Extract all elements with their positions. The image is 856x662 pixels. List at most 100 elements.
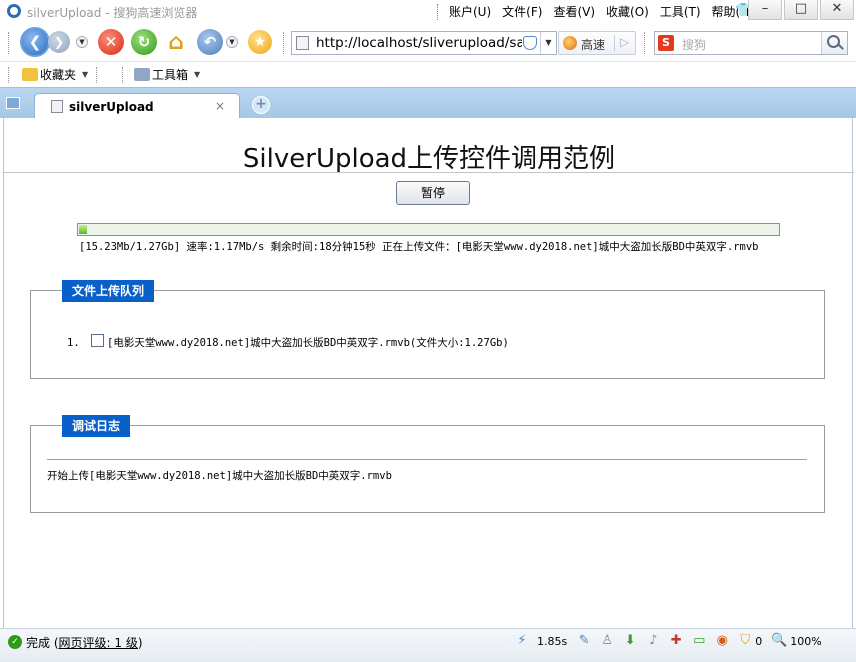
rating-close-paren: )	[137, 636, 143, 650]
page-title: SilverUpload上传控件调用范例	[242, 144, 616, 174]
favbar-grip	[122, 67, 125, 83]
speed-mode-label: 高速	[581, 38, 606, 52]
menu-account[interactable]: 账户(U)	[449, 3, 491, 20]
search-input[interactable]: 搜狗	[682, 36, 706, 53]
navigation-toolbar: ❮ ❯ ▼ ✕ ↻ ⌂ ↶ ▼ ★ http://localhost/slive…	[0, 24, 856, 62]
favorites-menu[interactable]: 收藏夹 ▼	[22, 66, 88, 83]
toolbox-label: 工具箱	[152, 68, 189, 82]
maximize-button[interactable]: □	[784, 0, 818, 20]
forward-button[interactable]: ❯	[48, 31, 70, 53]
debug-log-panel: 调试日志 开始上传[电影天堂www.dy2018.net]城中大盗加长版BD中英…	[30, 415, 825, 513]
tab-label: silverUpload	[69, 100, 154, 114]
ad-block-shield-icon[interactable]: ⛉	[737, 633, 753, 649]
favbar-divider	[96, 67, 99, 83]
favorites-label: 收藏夹	[40, 68, 77, 82]
menu-bar: 账户(U) 文件(F) 查看(V) 收藏(O) 工具(T) 帮助(H)	[449, 3, 765, 20]
home-button[interactable]: ⌂	[163, 29, 189, 55]
person-icon[interactable]: ♙	[599, 633, 615, 649]
log-line: 开始上传[电影天堂www.dy2018.net]城中大盗加长版BD中英双字.rm…	[47, 470, 392, 482]
load-time: 1.85s	[537, 634, 568, 648]
medic-icon[interactable]: ✚	[668, 633, 684, 649]
address-bar[interactable]: http://localhost/sliverupload/sar ▼	[291, 31, 557, 55]
download-icon[interactable]: ⬇	[622, 633, 638, 649]
blocked-count: 0	[755, 634, 763, 648]
zoom-icon[interactable]: 🔍	[771, 633, 787, 649]
toolbar-grip[interactable]	[8, 32, 11, 54]
favorites-bar: 收藏夹 ▼ 工具箱 ▼	[0, 62, 856, 87]
queue-item-index: 1.	[67, 336, 80, 349]
window-controls: – □ ✕	[746, 0, 854, 20]
page-viewport: SilverUpload上传控件调用范例 暂停 [15.23Mb/1.27Gb]…	[3, 118, 854, 628]
upload-queue-legend: 文件上传队列	[62, 280, 155, 302]
debug-log-legend: 调试日志	[62, 415, 131, 437]
favorite-star-button[interactable]: ★	[248, 30, 272, 54]
queue-item: 1. [电影天堂www.dy2018.net]城中大盗加长版BD中英双字.rmv…	[67, 334, 509, 350]
title-bar: silverUpload - 搜狗高速浏览器 账户(U) 文件(F) 查看(V)…	[0, 0, 856, 24]
engine-icon	[563, 36, 577, 50]
tab-silverupload[interactable]: silverUpload ×	[34, 93, 240, 120]
menu-file[interactable]: 文件(F)	[502, 3, 542, 20]
sidebar-toggle-icon[interactable]	[6, 97, 20, 109]
go-button[interactable]: ▷	[614, 35, 634, 51]
edit-icon[interactable]: ✎	[576, 633, 592, 649]
home-icon: ⌂	[168, 29, 184, 55]
chevron-down-icon: ▼	[194, 70, 201, 79]
security-shield-icon[interactable]	[523, 36, 537, 50]
status-tools: ⚡ 1.85s ✎ ♙ ⬇ ♪ ✚ ▭ ◉ ⛉ 0 🔍 100%	[514, 633, 831, 649]
title-divider	[4, 172, 854, 173]
screen-icon[interactable]: ▭	[691, 633, 707, 649]
back-arrow-icon: ❮	[28, 33, 42, 51]
star-icon: ★	[253, 34, 267, 50]
menu-tools[interactable]: 工具(T)	[660, 3, 701, 20]
chevron-down-icon: ▼	[82, 70, 89, 79]
page-icon	[296, 36, 309, 50]
lightning-icon[interactable]: ⚡	[514, 633, 530, 649]
eye-icon[interactable]: ◉	[714, 633, 730, 649]
page-rating-link[interactable]: 网页评级: 1 级	[59, 636, 138, 650]
favbar-grip	[8, 67, 11, 83]
sogou-search-icon[interactable]: S	[658, 35, 674, 51]
search-button[interactable]	[821, 32, 847, 54]
forward-arrow-icon: ❯	[53, 35, 65, 49]
window-title: silverUpload - 搜狗高速浏览器	[27, 6, 198, 20]
back-button[interactable]: ❮	[20, 27, 50, 57]
upload-progress-fill	[79, 225, 88, 234]
address-input[interactable]: http://localhost/sliverupload/sar	[316, 35, 522, 51]
toolbar-grip	[283, 32, 286, 54]
status-text: 完成 (网页评级: 1 级)	[26, 634, 143, 651]
history-dropdown-button[interactable]: ▼	[76, 36, 88, 48]
address-dropdown-button[interactable]: ▼	[540, 32, 556, 54]
undo-icon: ↶	[203, 33, 217, 51]
menu-view[interactable]: 查看(V)	[553, 3, 595, 20]
queue-item-text: [电影天堂www.dy2018.net]城中大盗加长版BD中英双字.rmvb(文…	[107, 337, 509, 349]
tab-bar: silverUpload × +	[0, 87, 856, 120]
zoom-level[interactable]: 100%	[790, 635, 821, 648]
speed-mode-button[interactable]: 高速 ▷	[558, 31, 636, 55]
minimize-button[interactable]: –	[748, 0, 782, 20]
undo-dropdown-button[interactable]: ▼	[226, 36, 238, 48]
browser-logo-icon	[7, 4, 21, 18]
upload-progress-bar	[77, 223, 780, 236]
upload-status-text: [15.23Mb/1.27Gb] 速率:1.17Mb/s 剩余时间:18分钟15…	[79, 241, 759, 253]
refresh-icon: ↻	[137, 33, 151, 51]
new-tab-button[interactable]: +	[252, 96, 270, 114]
menu-separator	[437, 4, 438, 20]
stop-button[interactable]: ✕	[98, 29, 124, 55]
upload-queue-panel: 文件上传队列 1. [电影天堂www.dy2018.net]城中大盗加长版BD中…	[30, 280, 825, 379]
menu-favorites[interactable]: 收藏(O)	[606, 3, 649, 20]
done-check-icon: ✓	[8, 635, 22, 649]
queue-item-checkbox[interactable]	[91, 334, 104, 347]
refresh-button[interactable]: ↻	[131, 29, 157, 55]
search-box[interactable]: S 搜狗	[654, 31, 848, 55]
tab-close-icon[interactable]: ×	[215, 99, 225, 113]
status-done-label: 完成	[26, 636, 51, 650]
folder-star-icon	[22, 68, 38, 81]
log-divider	[47, 459, 807, 460]
sound-icon[interactable]: ♪	[645, 633, 661, 649]
undo-close-button[interactable]: ↶	[197, 29, 223, 55]
close-window-button[interactable]: ✕	[820, 0, 854, 20]
pause-button[interactable]: 暂停	[396, 181, 470, 205]
toolbox-menu[interactable]: 工具箱 ▼	[134, 66, 200, 83]
stop-icon: ✕	[104, 33, 118, 51]
page-icon	[51, 100, 63, 113]
